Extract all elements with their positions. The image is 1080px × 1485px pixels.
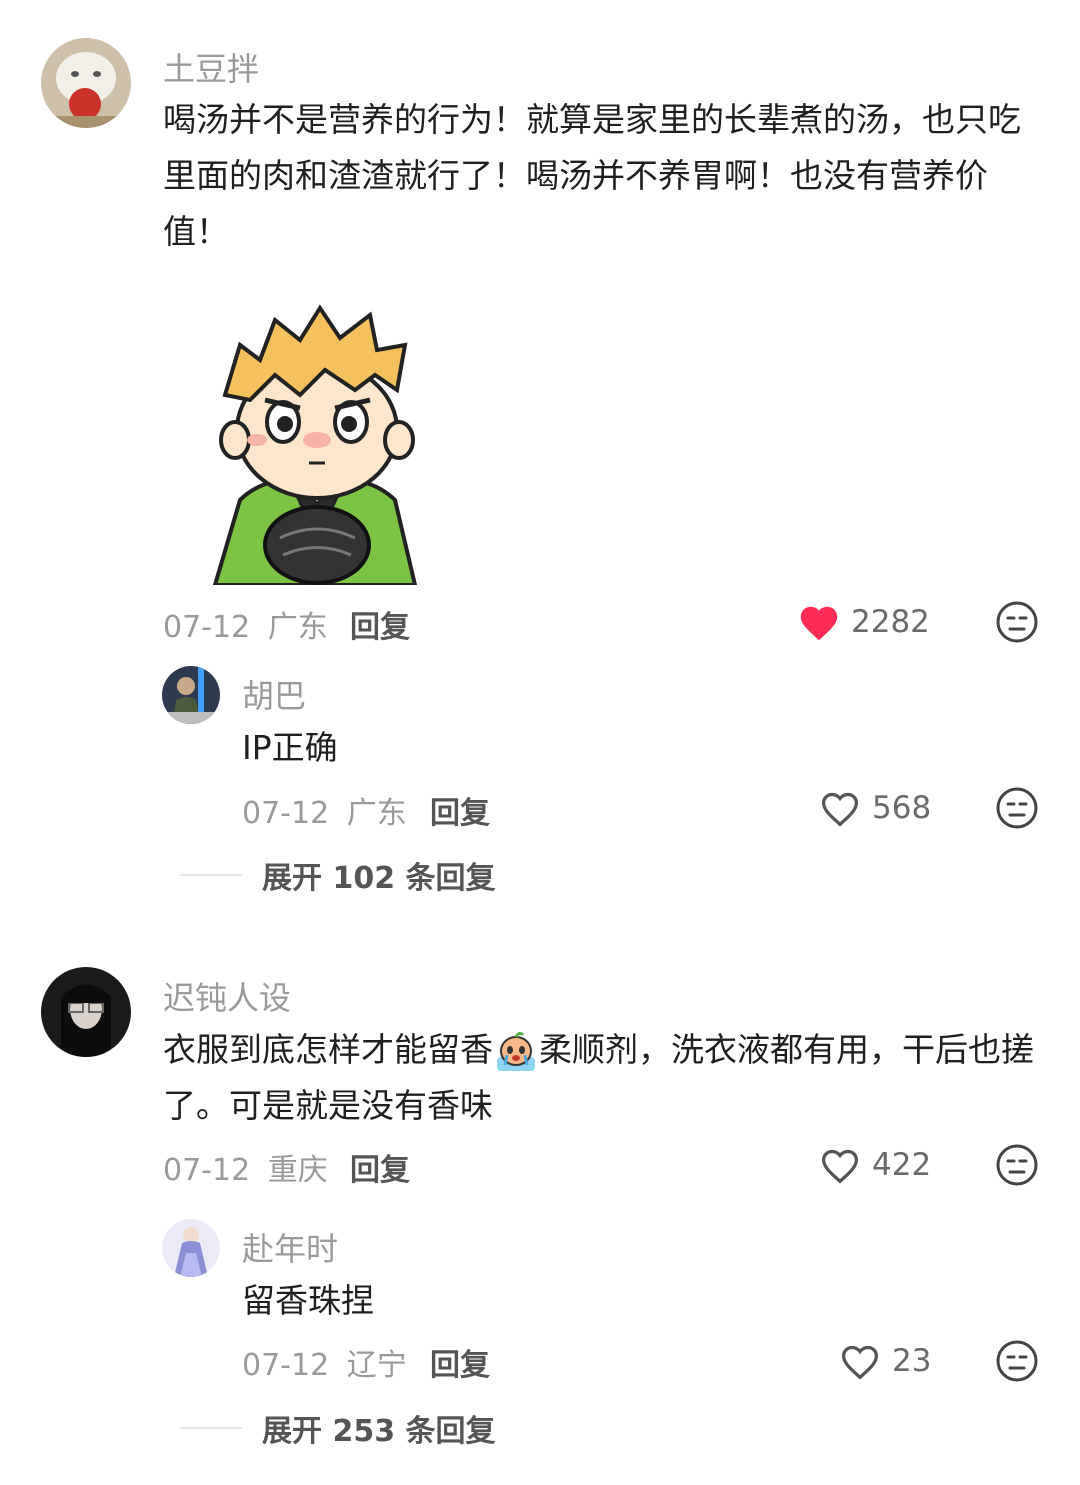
- avatar[interactable]: [162, 1219, 220, 1277]
- like-count: 422: [872, 1147, 932, 1183]
- like-button[interactable]: 568: [818, 786, 931, 830]
- divider-line: [180, 874, 242, 876]
- like-button[interactable]: 422: [818, 1143, 931, 1187]
- heart-filled-icon: [797, 602, 841, 642]
- comment-date: 07-12 广东: [163, 602, 328, 646]
- like-button[interactable]: 23: [838, 1339, 931, 1383]
- dislike-face-icon[interactable]: [995, 1143, 1039, 1187]
- avatar[interactable]: [41, 38, 131, 128]
- expand-replies-button[interactable]: 展开 253 条回复: [180, 1408, 496, 1449]
- divider-line: [180, 1427, 242, 1429]
- heart-outline-icon: [838, 1341, 882, 1381]
- expand-replies-button[interactable]: 展开 102 条回复: [180, 855, 496, 896]
- reply-username[interactable]: 赴年时: [242, 1224, 338, 1270]
- location-text: 重庆: [267, 1153, 328, 1188]
- like-count: 23: [892, 1343, 932, 1379]
- date-text: 07-12: [242, 1348, 330, 1383]
- heart-outline-icon: [818, 1145, 862, 1185]
- date-text: 07-12: [163, 610, 251, 645]
- expand-replies-label: 展开 253 条回复: [262, 1414, 496, 1449]
- comment-text-part: 衣服到底怎样才能留香: [163, 1030, 493, 1069]
- like-button[interactable]: 2282: [797, 600, 930, 644]
- reply-text: 留香珠捏: [242, 1281, 374, 1320]
- comment-username[interactable]: 迟钝人设: [163, 973, 291, 1019]
- like-count: 2282: [851, 604, 930, 640]
- comment-username[interactable]: 土豆拌: [163, 44, 259, 90]
- comment-text: 喝汤并不是营养的行为！就算是家里的长辈煮的汤，也只吃里面的肉和渣渣就行了！喝汤并…: [163, 100, 1021, 251]
- like-count: 568: [872, 790, 932, 826]
- expand-replies-label: 展开 102 条回复: [262, 861, 496, 896]
- reply-username[interactable]: 胡巴: [242, 671, 306, 717]
- avatar[interactable]: [41, 967, 131, 1057]
- location-text: 广东: [346, 796, 407, 831]
- location-text: 辽宁: [346, 1348, 407, 1383]
- location-text: 广东: [267, 610, 328, 645]
- dislike-face-icon[interactable]: [995, 786, 1039, 830]
- comment-sticker[interactable]: [205, 300, 430, 587]
- reply-button[interactable]: 回复: [430, 788, 490, 832]
- date-text: 07-12: [242, 796, 330, 831]
- heart-outline-icon: [818, 788, 862, 828]
- reply-button[interactable]: 回复: [430, 1340, 490, 1384]
- reply-date: 07-12 辽宁: [242, 1340, 407, 1384]
- reply-date: 07-12 广东: [242, 788, 407, 832]
- reply-button[interactable]: 回复: [350, 602, 410, 646]
- crying-emoji-icon: [493, 1029, 539, 1075]
- reply-text: IP正确: [242, 728, 338, 767]
- avatar[interactable]: [162, 666, 220, 724]
- reply-button[interactable]: 回复: [350, 1145, 410, 1189]
- dislike-face-icon[interactable]: [995, 1339, 1039, 1383]
- date-text: 07-12: [163, 1153, 251, 1188]
- comment-text: 衣服到底怎样才能留香 柔顺剂，洗衣液都有用，干后也搓了。可是就是没有香味: [163, 1022, 1043, 1134]
- comment-date: 07-12 重庆: [163, 1145, 328, 1189]
- dislike-face-icon[interactable]: [995, 600, 1039, 644]
